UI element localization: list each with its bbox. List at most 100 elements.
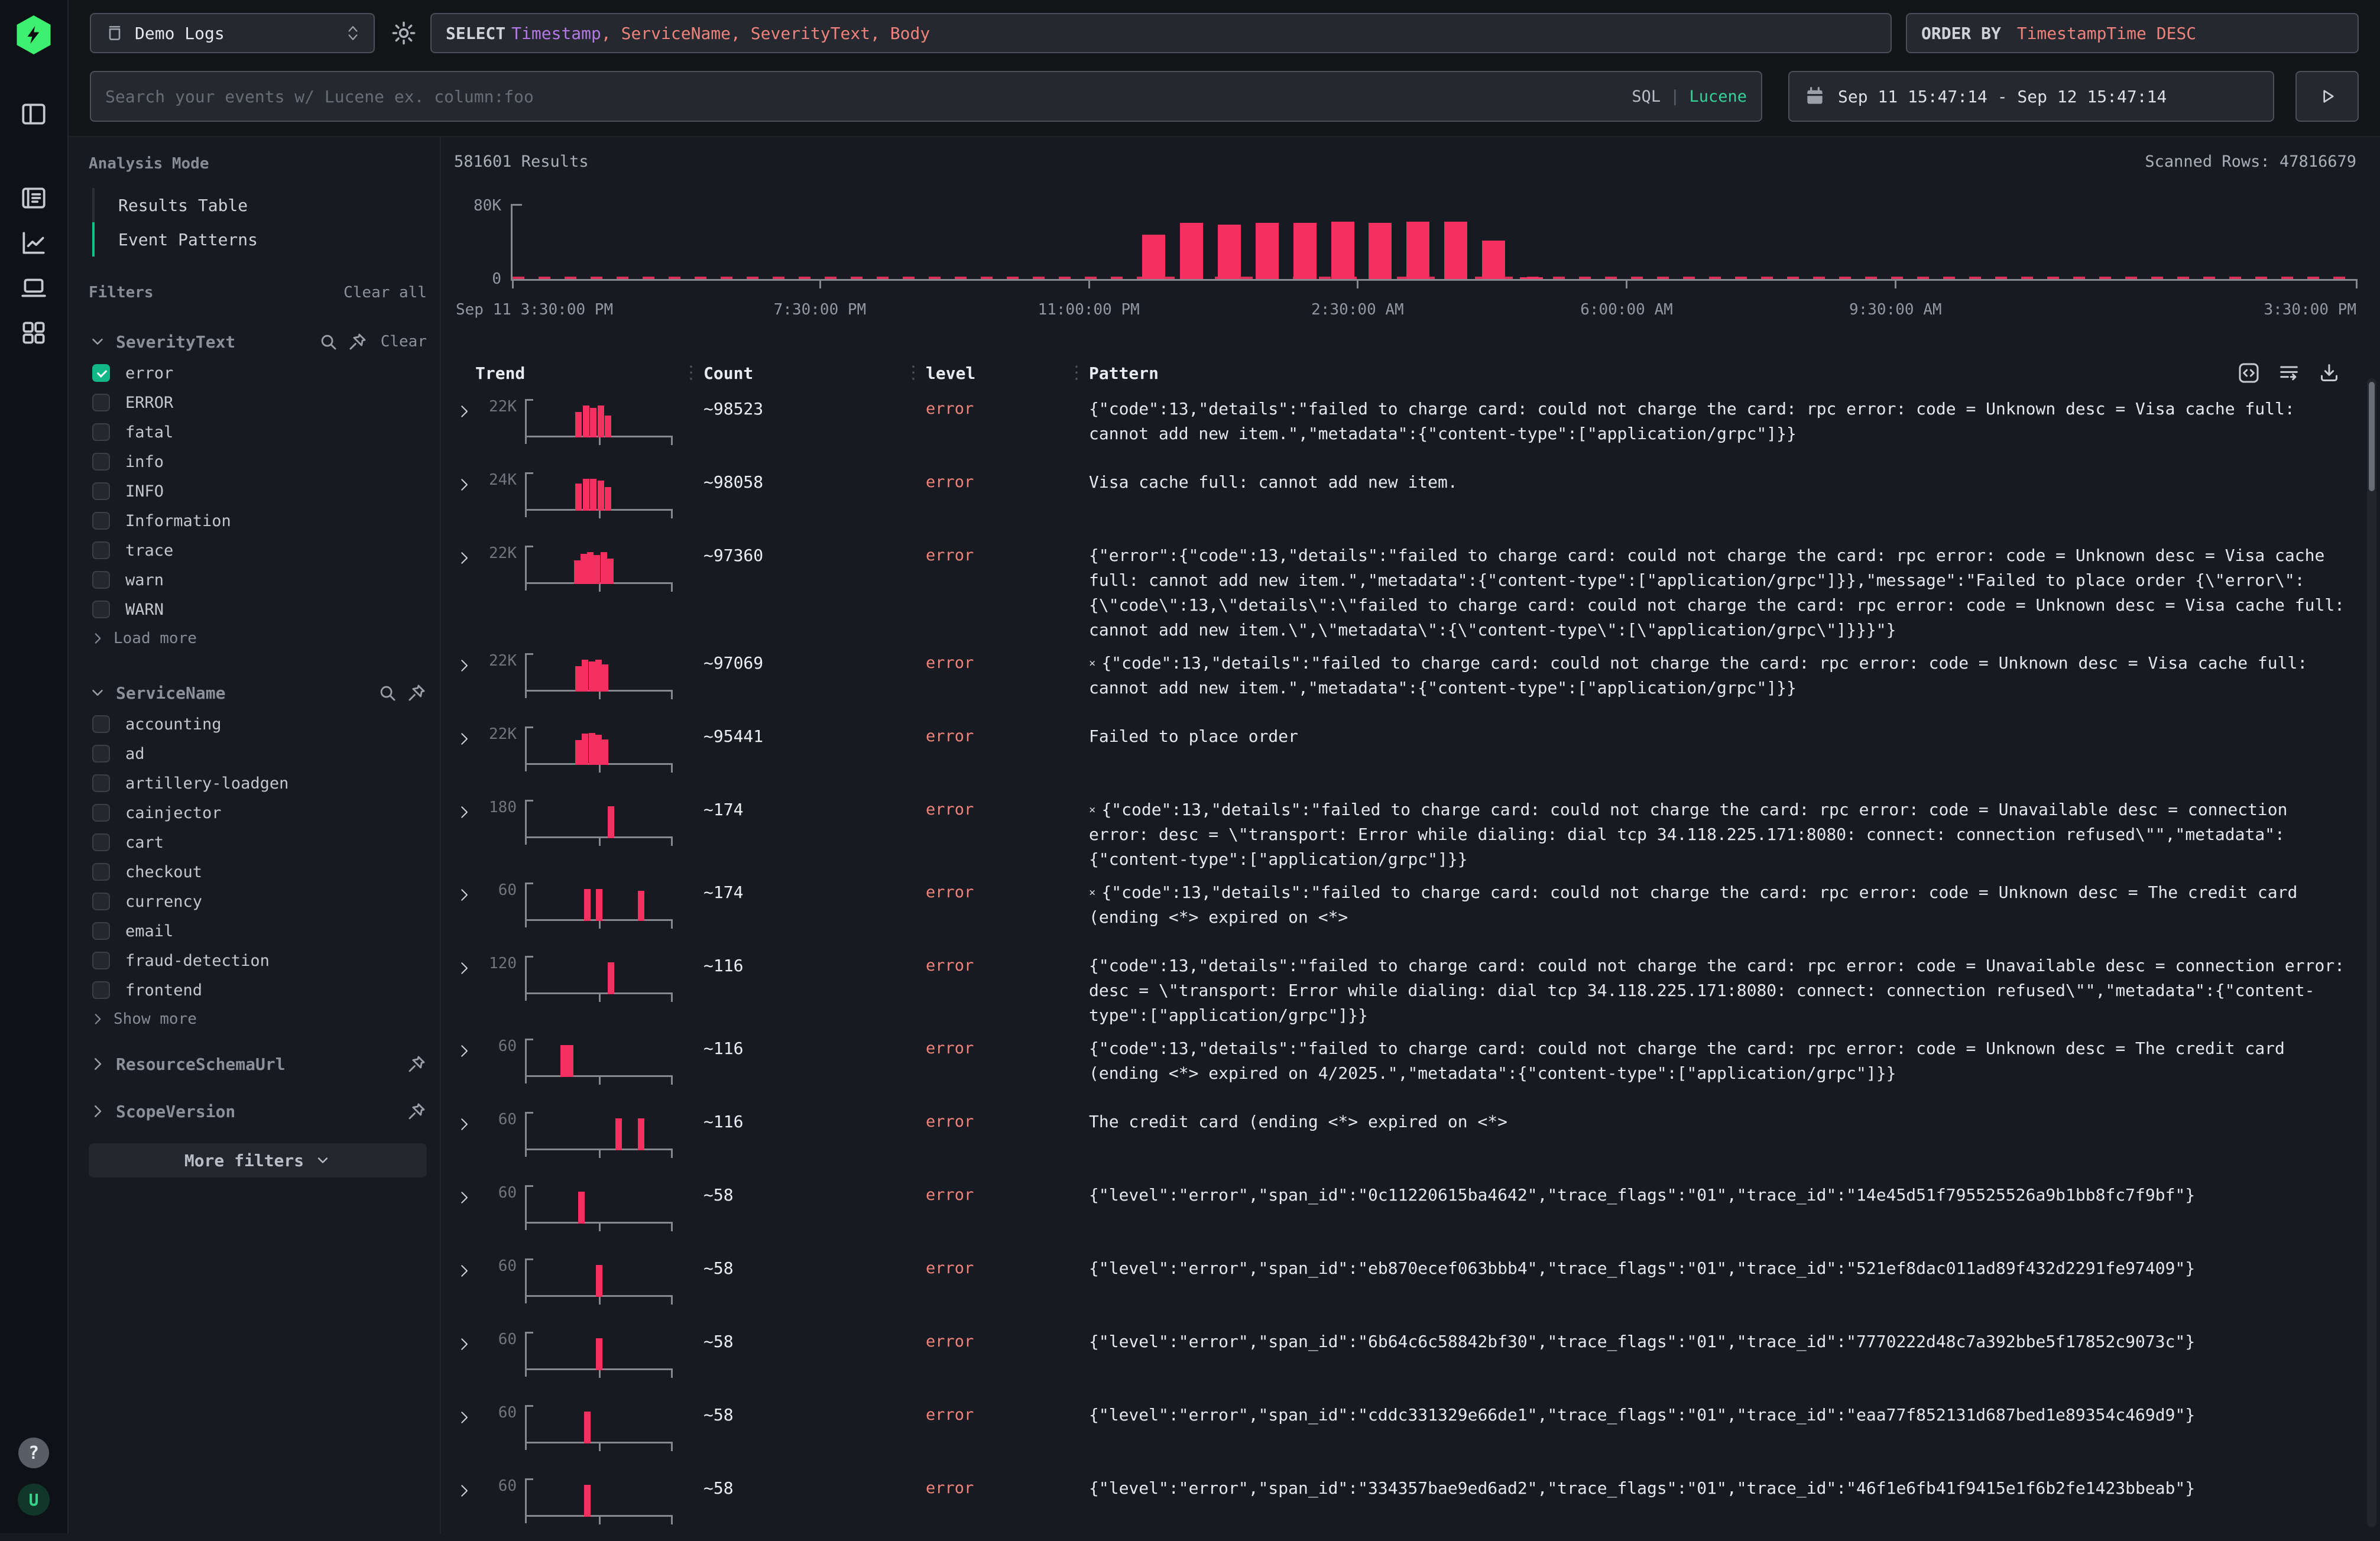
histogram-bar[interactable] bbox=[1256, 223, 1279, 279]
checkbox[interactable] bbox=[92, 745, 110, 763]
chevron-right-icon[interactable] bbox=[89, 1102, 106, 1120]
checkbox[interactable] bbox=[92, 512, 110, 530]
table-row[interactable]: 120~116error{"code":13,"details":"failed… bbox=[454, 945, 2356, 1028]
nav-dashboards-icon[interactable] bbox=[19, 318, 48, 348]
nav-search-logs-icon[interactable] bbox=[19, 183, 48, 213]
filter-option-info[interactable]: info bbox=[89, 447, 427, 476]
col-header-count[interactable]: Count bbox=[703, 364, 904, 383]
filter-option-cart[interactable]: cart bbox=[89, 828, 427, 857]
column-drag-handle-icon[interactable]: ⋮ bbox=[682, 364, 703, 382]
checkbox[interactable] bbox=[92, 394, 110, 411]
histogram-bar[interactable] bbox=[1406, 222, 1429, 279]
filter-option-checkout[interactable]: checkout bbox=[89, 857, 427, 887]
checkbox[interactable] bbox=[92, 922, 110, 940]
download-icon[interactable] bbox=[2317, 361, 2341, 385]
search-icon[interactable] bbox=[377, 683, 397, 703]
col-header-level[interactable]: level bbox=[926, 364, 1068, 383]
checkbox[interactable] bbox=[92, 981, 110, 999]
lang-toggle-lucene[interactable]: Lucene bbox=[1689, 87, 1747, 106]
col-header-pattern[interactable]: Pattern bbox=[1089, 364, 1159, 383]
filter-section-header-ScopeVersion[interactable]: ScopeVersion bbox=[89, 1095, 427, 1128]
checkbox[interactable] bbox=[92, 715, 110, 733]
lang-toggle-sql[interactable]: SQL bbox=[1632, 87, 1661, 106]
search-icon[interactable] bbox=[318, 332, 338, 352]
analysis-mode-results-table[interactable]: Results Table bbox=[92, 188, 427, 222]
checkbox[interactable] bbox=[92, 482, 110, 500]
row-expander-icon[interactable] bbox=[455, 401, 473, 421]
table-row[interactable]: 22K~97360error{"error":{"code":13,"detai… bbox=[454, 535, 2356, 643]
row-expander-icon[interactable] bbox=[455, 802, 473, 822]
nav-chart-icon[interactable] bbox=[19, 228, 48, 258]
row-expander-icon[interactable] bbox=[455, 1188, 473, 1208]
pattern-text[interactable]: {"level":"error","span_id":"334357bae9ed… bbox=[1089, 1476, 2356, 1501]
row-expander-icon[interactable] bbox=[455, 1481, 473, 1501]
search-input[interactable]: Search your events w/ Lucene ex. column:… bbox=[90, 71, 1762, 122]
col-header-trend[interactable]: Trend bbox=[475, 364, 682, 383]
pin-icon[interactable] bbox=[407, 683, 427, 703]
checkbox[interactable] bbox=[92, 774, 110, 792]
order-by-input[interactable]: ORDER BY TimestampTime DESC bbox=[1906, 13, 2359, 53]
filter-option-error[interactable]: error bbox=[89, 358, 427, 388]
pattern-text[interactable]: {"level":"error","span_id":"eb870ecef063… bbox=[1089, 1256, 2356, 1281]
source-settings-gear-icon[interactable] bbox=[390, 20, 417, 47]
chevron-down-icon[interactable] bbox=[89, 333, 106, 351]
source-select[interactable]: Demo Logs bbox=[90, 13, 375, 53]
filter-section-header-ServiceName[interactable]: ServiceName bbox=[89, 676, 427, 709]
pattern-text[interactable]: {"code":13,"details":"failed to charge c… bbox=[1089, 1036, 2356, 1086]
filter-option-frontend[interactable]: frontend bbox=[89, 975, 427, 1005]
pin-icon[interactable] bbox=[348, 332, 368, 352]
table-row[interactable]: 22K~97069error×{"code":13,"details":"fai… bbox=[454, 643, 2356, 716]
checkbox[interactable] bbox=[92, 423, 110, 441]
table-row[interactable]: 60~58error{"level":"error","span_id":"cd… bbox=[454, 1394, 2356, 1468]
filter-option-email[interactable]: email bbox=[89, 916, 427, 946]
row-expander-icon[interactable] bbox=[455, 656, 473, 676]
pattern-text[interactable]: Failed to place order bbox=[1089, 724, 2356, 749]
filter-option-trace[interactable]: trace bbox=[89, 536, 427, 565]
checkbox[interactable] bbox=[92, 804, 110, 822]
checkbox[interactable] bbox=[92, 541, 110, 559]
histogram-bar[interactable] bbox=[1180, 223, 1203, 279]
filter-option-warn[interactable]: warn bbox=[89, 565, 427, 595]
analysis-mode-event-patterns[interactable]: Event Patterns bbox=[92, 222, 427, 257]
row-expander-icon[interactable] bbox=[455, 475, 473, 495]
scrollbar-thumb[interactable] bbox=[2369, 382, 2375, 491]
code-box-icon[interactable] bbox=[2237, 361, 2261, 385]
table-row[interactable]: 22K~98523error{"code":13,"details":"fail… bbox=[454, 388, 2356, 462]
row-expander-icon[interactable] bbox=[455, 729, 473, 749]
histogram-bar[interactable] bbox=[1142, 235, 1165, 279]
pattern-text[interactable]: ×{"code":13,"details":"failed to charge … bbox=[1089, 651, 2356, 700]
pattern-text[interactable]: {"level":"error","span_id":"6b64c6c58842… bbox=[1089, 1329, 2356, 1354]
filter-option-currency[interactable]: currency bbox=[89, 887, 427, 916]
pattern-text[interactable]: {"level":"error","span_id":"0c11220615ba… bbox=[1089, 1183, 2356, 1208]
filter-section-header-ResourceSchemaUrl[interactable]: ResourceSchemaUrl bbox=[89, 1047, 427, 1081]
table-row[interactable]: 60~174error×{"code":13,"details":"failed… bbox=[454, 872, 2356, 945]
table-row[interactable]: 22K~95441errorFailed to place order bbox=[454, 716, 2356, 789]
checkbox-checked[interactable] bbox=[92, 364, 110, 382]
row-expander-icon[interactable] bbox=[455, 548, 473, 568]
run-query-button[interactable] bbox=[2295, 71, 2359, 122]
histogram-bar[interactable] bbox=[1482, 241, 1505, 279]
table-row[interactable]: 24K~98058errorVisa cache full: cannot ad… bbox=[454, 462, 2356, 535]
table-row[interactable]: 60~58error{"level":"error","span_id":"0c… bbox=[454, 1175, 2356, 1248]
filter-option-cainjector[interactable]: cainjector bbox=[89, 798, 427, 828]
nav-sessions-icon[interactable] bbox=[19, 273, 48, 303]
filter-clear-button[interactable]: Clear bbox=[381, 333, 427, 351]
app-logo-icon[interactable] bbox=[15, 15, 52, 54]
chevron-right-icon[interactable] bbox=[90, 1011, 105, 1027]
user-avatar[interactable]: U bbox=[18, 1484, 50, 1516]
pattern-text[interactable]: {"code":13,"details":"failed to charge c… bbox=[1089, 953, 2356, 1028]
chevron-right-icon[interactable] bbox=[89, 1055, 106, 1073]
column-drag-handle-icon[interactable]: ⋮ bbox=[904, 364, 926, 382]
pattern-text[interactable]: Visa cache full: cannot add new item. bbox=[1089, 470, 2356, 495]
table-row[interactable]: 60~58error{"level":"error","span_id":"6b… bbox=[454, 1321, 2356, 1394]
filter-option-INFO[interactable]: INFO bbox=[89, 476, 427, 506]
table-row[interactable]: 60~58error{"level":"error","span_id":"eb… bbox=[454, 1248, 2356, 1321]
sidebar-toggle-icon[interactable] bbox=[19, 99, 48, 129]
checkbox[interactable] bbox=[92, 833, 110, 851]
histogram-bar[interactable] bbox=[1218, 225, 1241, 279]
histogram-bar[interactable] bbox=[1331, 222, 1354, 279]
histogram-bar[interactable] bbox=[1293, 223, 1317, 279]
pattern-text[interactable]: The credit card (ending <*> expired on <… bbox=[1089, 1109, 2356, 1134]
clear-all-button[interactable]: Clear all bbox=[343, 284, 427, 301]
wrap-text-icon[interactable] bbox=[2277, 361, 2301, 385]
